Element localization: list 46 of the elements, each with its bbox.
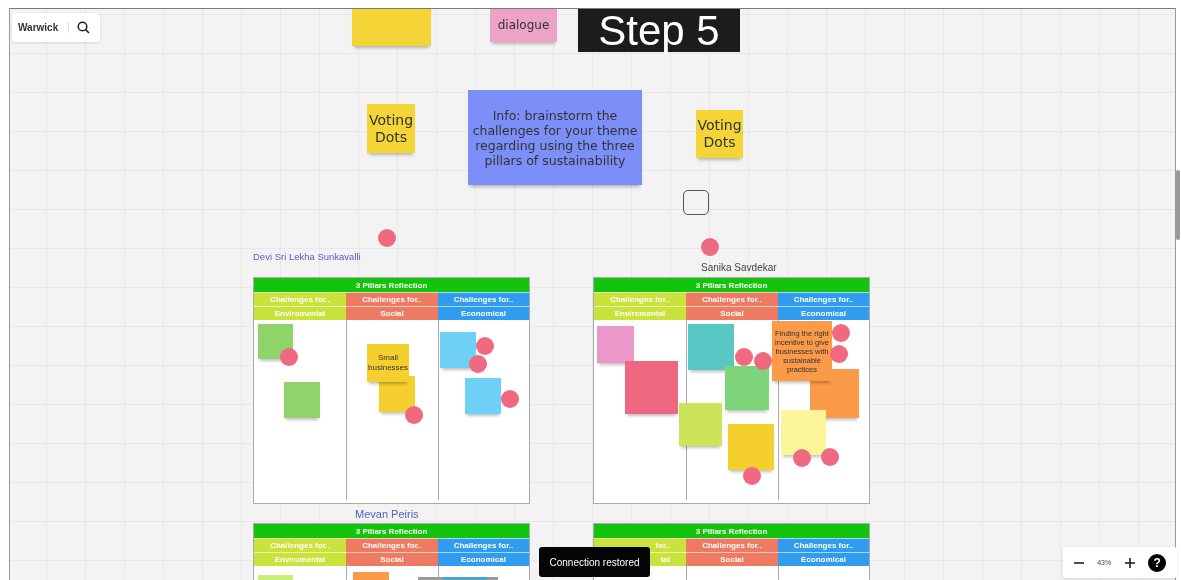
column-header: Challenges for.. bbox=[686, 292, 778, 306]
column-header: Challenges for.. bbox=[686, 538, 778, 552]
column-header: Challenges for.. bbox=[346, 538, 438, 552]
column-header: Economical bbox=[778, 552, 869, 566]
sticky-note: Info: brainstorm the challenges for your theme regarding using the three pillars of sustainability bbox=[468, 90, 642, 185]
column-header: Challenges for.. bbox=[594, 292, 686, 306]
column-header: Challenges for.. bbox=[254, 292, 346, 306]
scrollbar[interactable] bbox=[1176, 170, 1180, 240]
column-header: Social bbox=[346, 306, 438, 320]
column-header: Challenges for.. bbox=[346, 292, 438, 306]
toast-message: Connection restored bbox=[539, 547, 650, 577]
name-label: Mevan Peiris bbox=[355, 508, 419, 520]
rounded-square-shape bbox=[683, 190, 709, 215]
column-header: Challenges for.. bbox=[438, 538, 529, 552]
table-title: 3 Pillars Reflection bbox=[594, 524, 869, 538]
plus-icon bbox=[1124, 557, 1135, 568]
column-header: Challenges for.. bbox=[438, 292, 529, 306]
column-header: Challenges for.. bbox=[254, 538, 346, 552]
sticky-note: Small businesses bbox=[367, 344, 409, 382]
column-header: Economical bbox=[438, 552, 529, 566]
table-title: 3 Pillars Reflection bbox=[594, 278, 869, 292]
help-button[interactable]: ? bbox=[1148, 553, 1167, 572]
sticky-note: dialogue bbox=[490, 9, 557, 42]
column-header: Enviromental bbox=[254, 552, 346, 566]
column-header: Social bbox=[346, 552, 438, 566]
column-header: Social bbox=[686, 552, 778, 566]
column-header: Challenges for.. bbox=[778, 292, 869, 306]
column-header: Enviromental bbox=[254, 306, 346, 320]
board-name[interactable]: Warwick bbox=[18, 22, 70, 33]
column-header: Economical bbox=[778, 306, 869, 320]
name-label: Sanika Savdekar bbox=[701, 262, 777, 273]
sticky-note: Voting Dots bbox=[696, 110, 743, 158]
column-header: Economical bbox=[438, 306, 529, 320]
title-block: Step 5 bbox=[578, 9, 740, 52]
table-title: 3 Pillars Reflection bbox=[254, 524, 529, 538]
sticky-note: Voting Dots bbox=[367, 104, 415, 153]
name-label: Devi Sri Lekha Sunkavalli bbox=[253, 251, 361, 262]
search-icon bbox=[77, 21, 91, 34]
column-header: Challenges for.. bbox=[778, 538, 869, 552]
zoom-in-button[interactable] bbox=[1124, 557, 1135, 568]
voting-dot bbox=[701, 238, 719, 256]
column-header: Social bbox=[686, 306, 778, 320]
column-header: Enviromental bbox=[594, 306, 686, 320]
voting-dot bbox=[378, 229, 396, 247]
table-title: 3 Pillars Reflection bbox=[254, 278, 529, 292]
search-button[interactable] bbox=[77, 21, 91, 34]
